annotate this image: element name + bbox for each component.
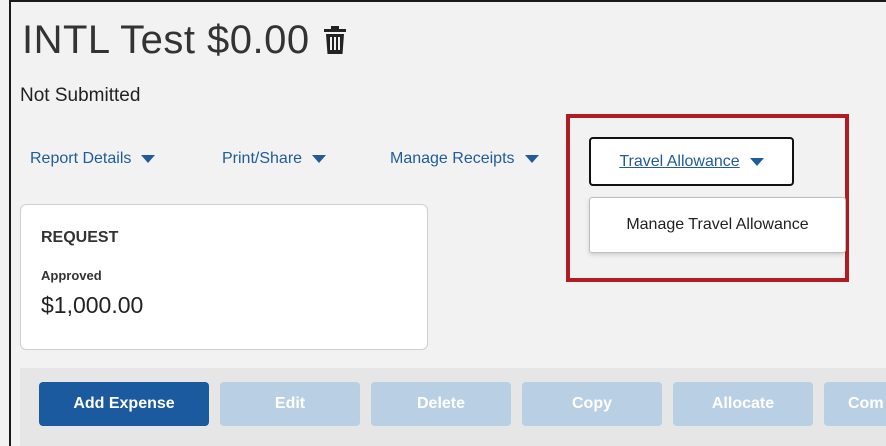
caret-down-icon bbox=[312, 155, 327, 163]
expense-toolbar: Add Expense Edit Delete Copy Allocate Co… bbox=[20, 368, 886, 446]
menu-travel-allowance[interactable]: Travel Allowance bbox=[589, 137, 794, 186]
combine-button[interactable]: Com bbox=[824, 382, 886, 426]
caret-down-icon bbox=[749, 157, 764, 166]
copy-button[interactable]: Copy bbox=[522, 382, 662, 426]
menu-manage-receipts[interactable]: Manage Receipts bbox=[390, 150, 539, 168]
edit-button[interactable]: Edit bbox=[220, 382, 360, 426]
manage-travel-allowance-label: Manage Travel Allowance bbox=[626, 216, 809, 233]
menu-report-details-label: Report Details bbox=[30, 150, 132, 167]
report-title: INTL Test $0.00 bbox=[22, 17, 310, 62]
menu-report-details[interactable]: Report Details bbox=[30, 150, 156, 168]
request-amount: $1,000.00 bbox=[41, 292, 144, 318]
report-status: Not Submitted bbox=[20, 85, 141, 106]
manage-travel-allowance-item[interactable]: Manage Travel Allowance bbox=[589, 197, 846, 253]
report-header: INTL Test $0.00 bbox=[22, 16, 346, 64]
request-heading: REQUEST bbox=[41, 229, 119, 246]
caret-down-icon bbox=[141, 155, 156, 163]
menu-print-share-label: Print/Share bbox=[222, 150, 303, 167]
delete-button[interactable]: Delete bbox=[371, 382, 511, 426]
request-status: Approved bbox=[41, 268, 102, 283]
add-expense-button[interactable]: Add Expense bbox=[39, 382, 209, 426]
trash-icon[interactable] bbox=[323, 26, 346, 54]
menu-print-share[interactable]: Print/Share bbox=[222, 150, 327, 168]
caret-down-icon bbox=[524, 155, 539, 163]
request-card[interactable]: REQUEST Approved $1,000.00 bbox=[20, 204, 428, 350]
menu-manage-receipts-label: Manage Receipts bbox=[390, 150, 515, 167]
menu-travel-allowance-label: Travel Allowance bbox=[619, 152, 740, 170]
allocate-button[interactable]: Allocate bbox=[673, 382, 813, 426]
